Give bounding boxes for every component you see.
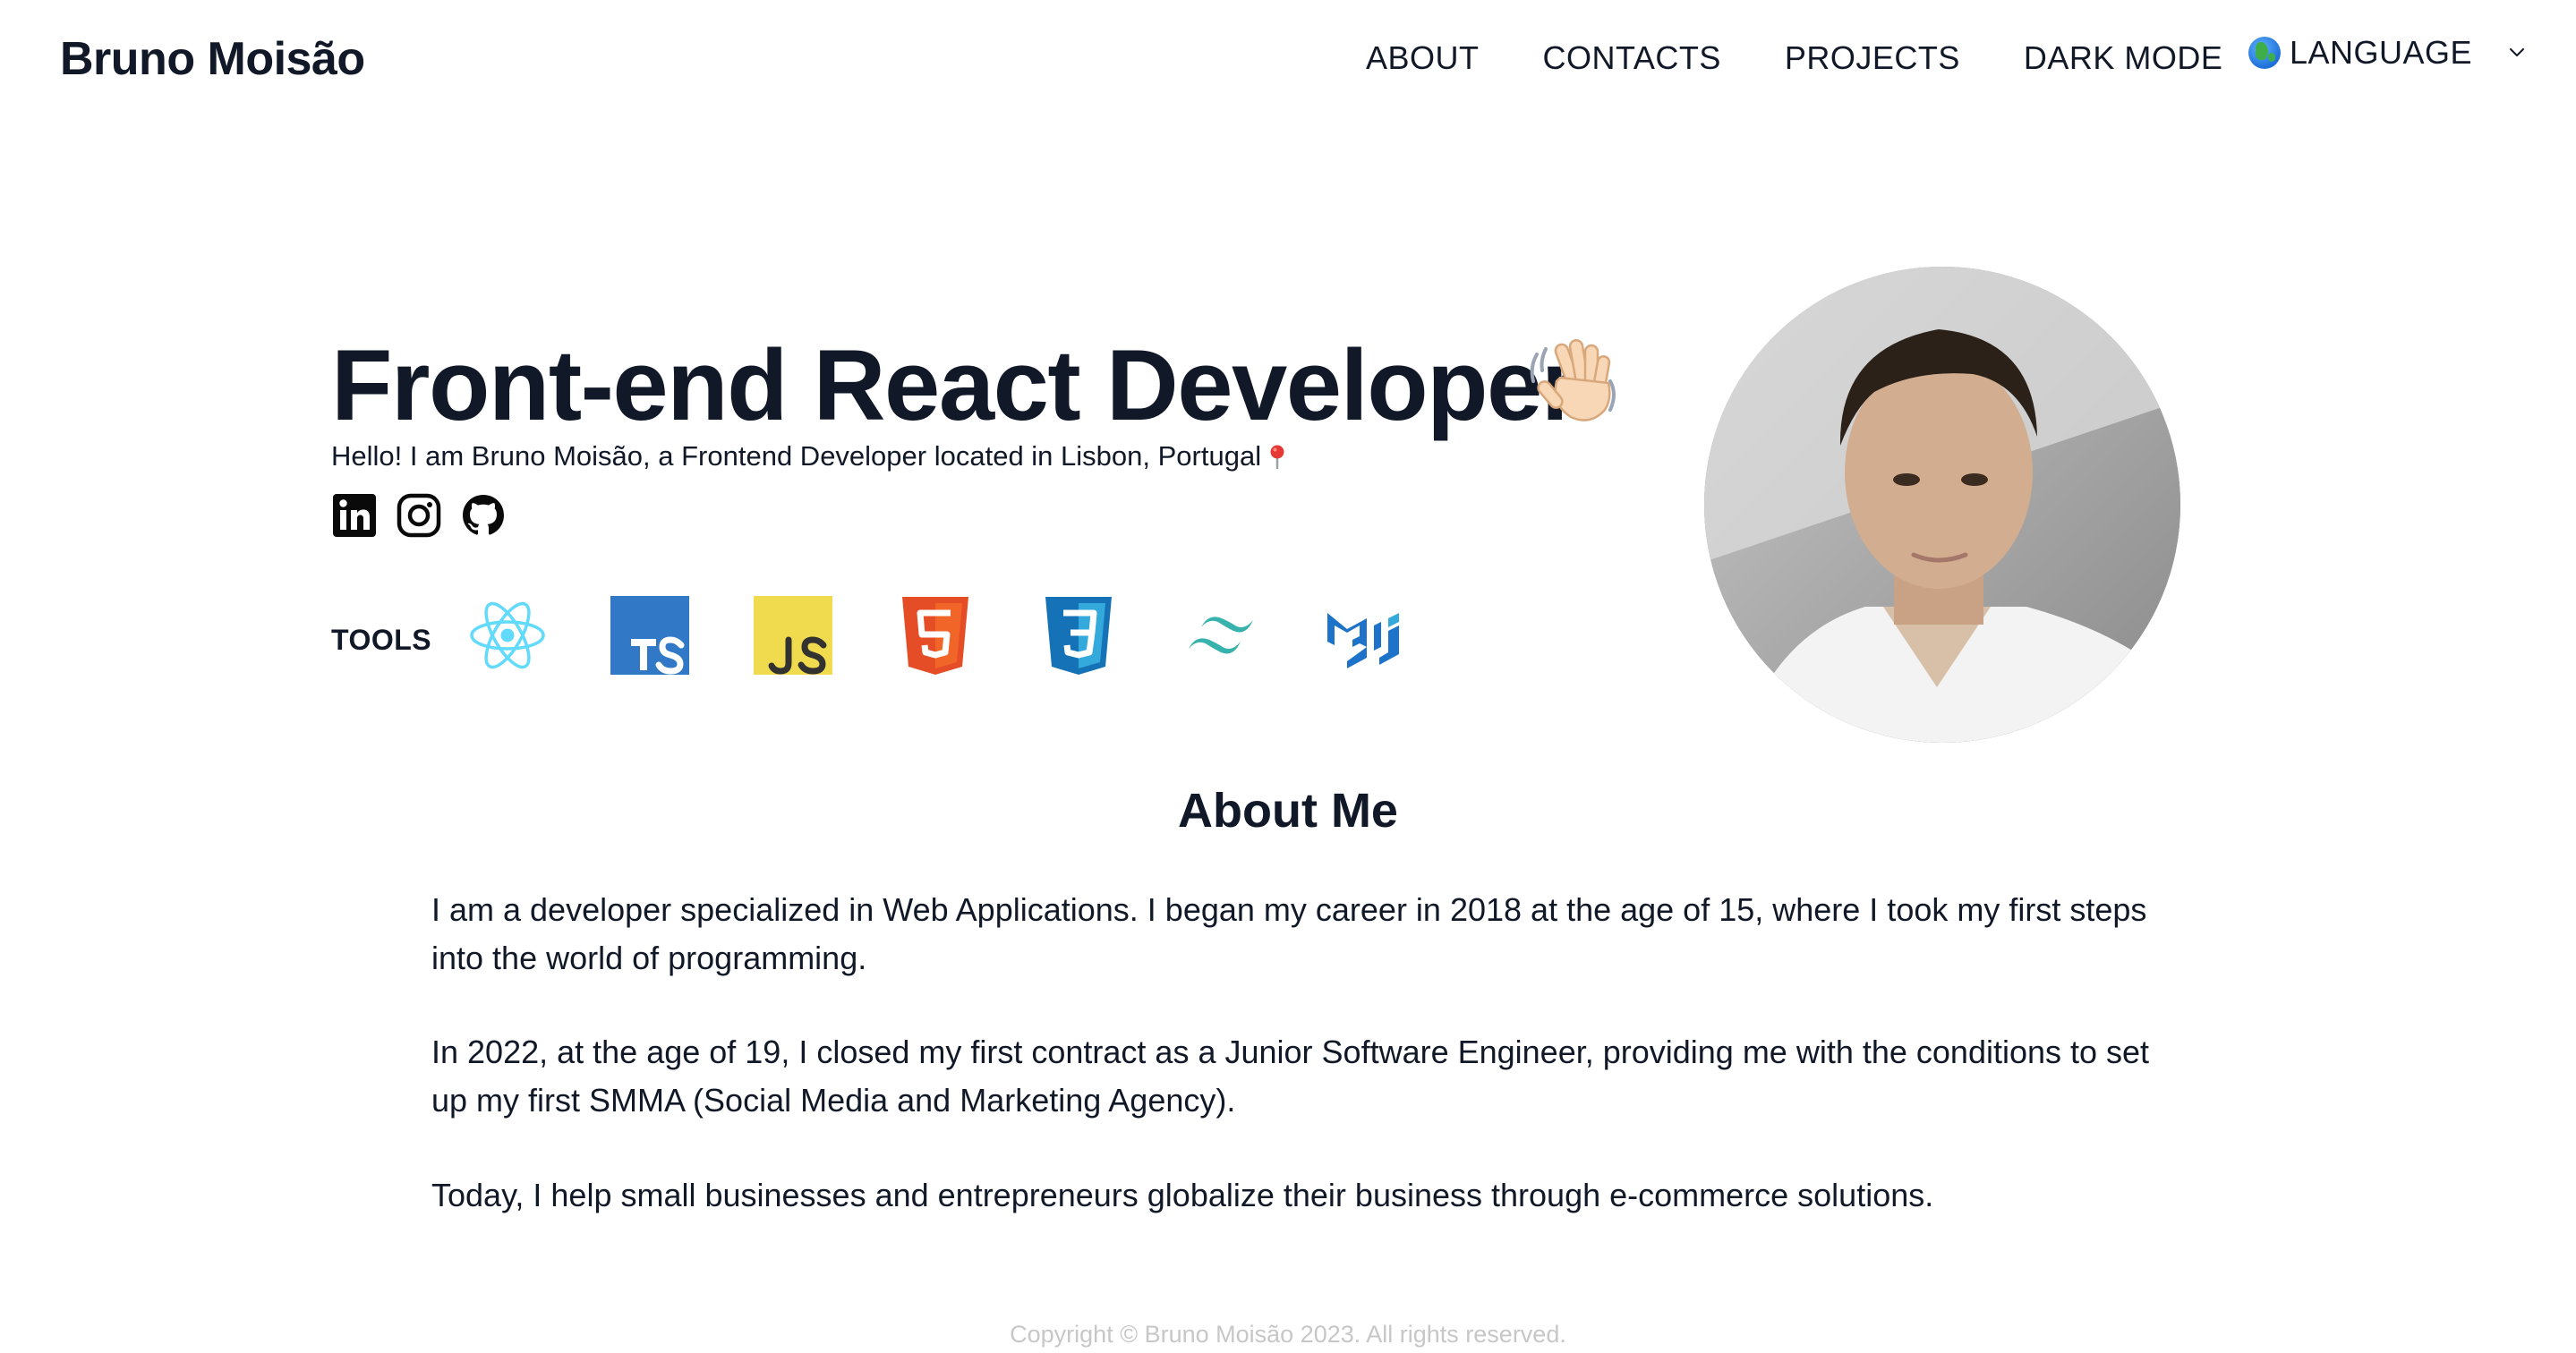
chevron-down-icon[interactable] [2506, 41, 2528, 63]
language-label: LANGUAGE [2290, 34, 2473, 71]
hero-title: Front-end React Developer [331, 329, 1580, 441]
material-ui-icon [1327, 613, 1399, 668]
hero-subtitle: Hello! I am Bruno Moisão, a Frontend Dev… [331, 440, 1286, 472]
hero-subtitle-text: Hello! I am Bruno Moisão, a Frontend Dev… [331, 440, 1262, 472]
nav-links: ABOUT CONTACTS PROJECTS DARK MODE [1366, 39, 2286, 77]
css3-icon [1045, 597, 1112, 675]
top-navbar: Bruno Moisão ABOUT CONTACTS PROJECTS DAR… [0, 0, 2576, 116]
about-paragraph-3: Today, I help small businesses and entre… [431, 1177, 1934, 1213]
about-title: About Me [1178, 784, 1398, 838]
social-links [331, 492, 525, 539]
location-pin-icon [1270, 445, 1284, 469]
github-icon[interactable] [460, 492, 507, 539]
react-icon [470, 601, 545, 669]
globe-icon [2248, 37, 2281, 69]
instagram-icon[interactable] [396, 492, 442, 539]
profile-portrait [1704, 267, 2180, 743]
tailwind-icon [1189, 617, 1253, 654]
nav-contacts-link[interactable]: CONTACTS [1543, 39, 1721, 77]
tools-label: TOOLS [331, 624, 432, 656]
linkedin-icon[interactable] [331, 492, 378, 539]
profile-photo [1704, 267, 2180, 743]
dark-mode-toggle[interactable]: DARK MODE [2024, 39, 2223, 77]
html5-icon [902, 597, 968, 675]
nav-about-link[interactable]: ABOUT [1366, 39, 1480, 77]
about-paragraph-1: I am a developer specialized in Web Appl… [431, 891, 2147, 976]
brand-name[interactable]: Bruno Moisão [60, 32, 365, 86]
javascript-icon [754, 596, 832, 675]
footer-copyright: Copyright © Bruno Moisão 2023. All right… [1010, 1321, 1566, 1348]
about-paragraph-2: In 2022, at the age of 19, I closed my f… [431, 1034, 2150, 1119]
typescript-icon [610, 596, 689, 675]
language-selector[interactable]: LANGUAGE [2248, 34, 2472, 72]
waving-hand-icon [1530, 339, 1616, 421]
nav-projects-link[interactable]: PROJECTS [1785, 39, 1960, 77]
